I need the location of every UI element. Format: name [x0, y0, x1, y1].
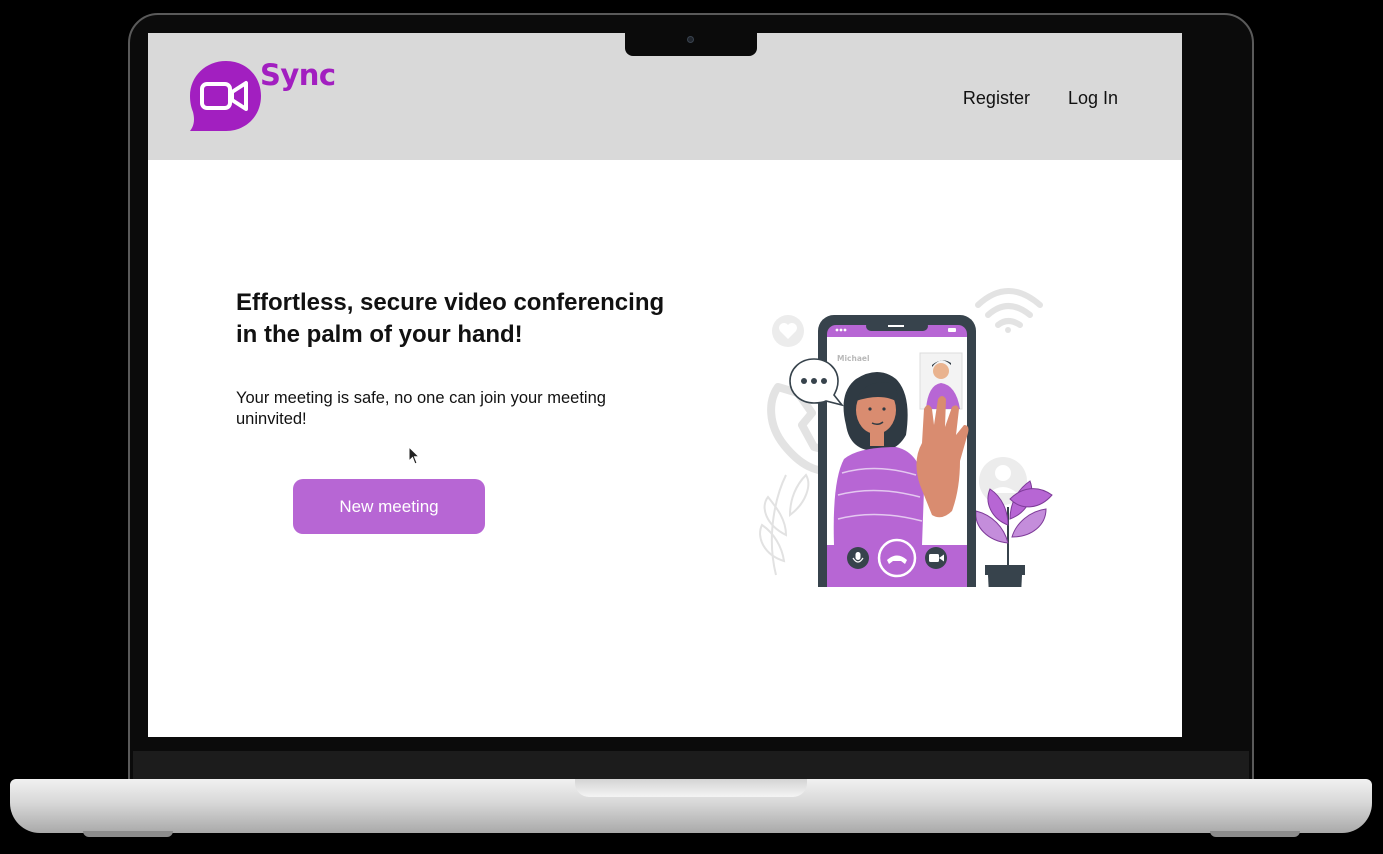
- camera-notch: [625, 33, 757, 56]
- laptop-bezel-bottom: [133, 751, 1249, 781]
- laptop-foot-left: [83, 831, 173, 837]
- top-nav: Register Log In: [963, 88, 1118, 109]
- video-call-illustration: Michael: [759, 288, 1053, 587]
- laptop-base-notch: [575, 779, 807, 797]
- register-link[interactable]: Register: [963, 88, 1030, 109]
- heart-icon: [772, 315, 804, 347]
- new-meeting-button[interactable]: New meeting: [293, 479, 485, 534]
- smartphone: Michael: [818, 315, 976, 587]
- login-link[interactable]: Log In: [1068, 88, 1118, 109]
- video-chat-logo-icon: [190, 61, 261, 131]
- hero-subtitle: Your meeting is safe, no one can join yo…: [236, 389, 606, 428]
- wifi-icon: [975, 288, 1043, 333]
- mouse-cursor-icon: [408, 446, 420, 465]
- brand-name: Sync: [260, 58, 336, 92]
- laptop-screen: Sync Register Log In Effortless, secure …: [148, 33, 1182, 737]
- brand-logo[interactable]: Sync: [188, 58, 336, 135]
- caller-name: Michael: [837, 354, 870, 363]
- webcam-icon: [687, 36, 694, 43]
- hero-title: Effortless, secure video conferencing in…: [236, 289, 665, 348]
- laptop-foot-right: [1210, 831, 1300, 837]
